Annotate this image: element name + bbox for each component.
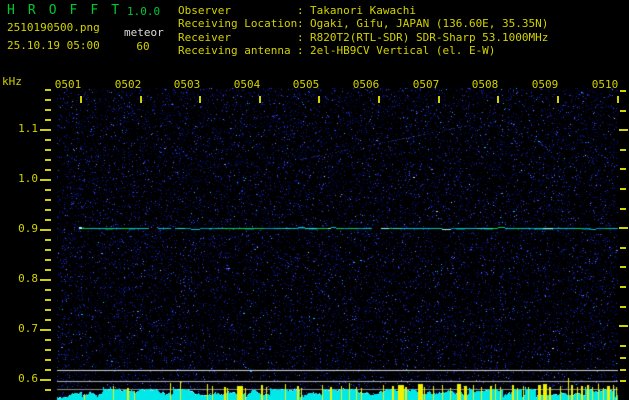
freq-minor-tick [45,149,51,151]
time-label: 0504 [233,78,261,91]
freq-minor-tick [45,319,51,321]
freq-minor-tick [45,169,51,171]
freq-right-tick [619,227,628,230]
time-tick [497,96,499,103]
freq-major-tick [40,329,49,331]
freq-right-tick [620,286,626,288]
freq-right-tick [620,168,626,171]
time-tick [617,96,619,103]
time-tick [318,96,320,103]
time-tick [199,96,201,103]
time-label: 0502 [114,78,142,91]
freq-minor-tick [45,269,51,271]
freq-right-tick [620,357,626,359]
freq-minor-tick [45,119,51,121]
freq-minor-tick [45,209,51,211]
freq-minor-tick [45,99,51,101]
freq-right-tick [620,305,626,308]
time-tick [140,96,142,103]
freq-label: 0.7 [18,322,38,335]
freq-major-tick [40,379,49,381]
time-label: 0506 [352,78,380,91]
freq-right-tick [620,344,626,347]
freq-minor-tick [45,299,51,301]
freq-right-tick [619,129,628,132]
freq-right-tick [620,266,626,269]
freq-minor-tick [45,189,51,191]
freq-right-tick [620,380,626,382]
time-tick [438,96,440,103]
time-label: 0507 [412,78,440,91]
freq-major-tick [40,179,49,181]
hrofft-output-image: { "colors": { "green": "#00c832", "yello… [0,0,629,400]
freq-right-tick [620,148,626,151]
freq-major-tick [40,129,49,131]
freq-minor-tick [45,359,51,361]
time-label: 0503 [173,78,201,91]
freq-minor-tick [45,139,51,141]
time-label: 0501 [54,78,82,91]
time-label: 0509 [531,78,559,91]
freq-label: 0.9 [18,222,38,235]
freq-label: 1.1 [18,122,38,135]
freq-label: 0.6 [18,372,38,385]
freq-minor-tick [45,219,51,221]
freq-right-tick [620,188,626,190]
freq-minor-tick [45,199,51,201]
time-tick [80,96,82,103]
time-tick [378,96,380,103]
freq-minor-tick [45,369,51,371]
freq-right-tick [620,207,626,210]
freq-minor-tick [45,249,51,251]
time-tick [557,96,559,103]
freq-major-tick [40,279,49,281]
freq-minor-tick [45,159,51,161]
freq-minor-tick [45,349,51,351]
freq-label: 0.8 [18,272,38,285]
freq-minor-tick [45,339,51,341]
freq-minor-tick [45,309,51,311]
time-label: 0508 [471,78,499,91]
freq-right-tick [620,246,626,249]
time-tick [259,96,261,103]
freq-right-tick [620,109,626,112]
freq-minor-tick [45,259,51,261]
freq-minor-tick [45,389,51,391]
freq-label: 1.0 [18,172,38,185]
axis-layer: 1.1 1.0 0.9 0.8 0.7 0.6 0501 0502 0503 0504 0505 05… [0,0,629,400]
freq-minor-tick [45,289,51,291]
freq-minor-tick [45,239,51,241]
freq-right-tick [619,325,628,328]
freq-right-tick [620,369,626,371]
time-label: 0505 [292,78,320,91]
freq-major-tick [40,229,49,231]
freq-minor-tick [45,89,51,91]
freq-minor-tick [45,109,51,111]
freq-right-tick [620,90,626,92]
time-label: 0510 [591,78,619,91]
